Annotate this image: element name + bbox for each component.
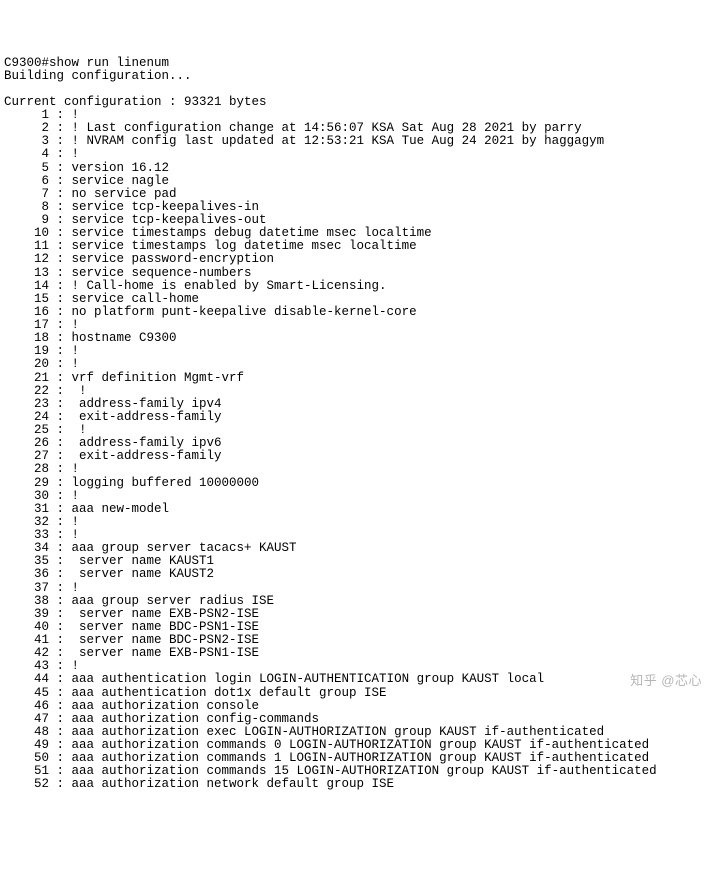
- terminal-prompt-line: C9300#show run linenum: [4, 56, 169, 70]
- terminal-output: C9300#show run linenum Building configur…: [4, 57, 716, 792]
- terminal-building-line: Building configuration...: [4, 69, 192, 83]
- terminal-config-lines: 1 : ! 2 : ! Last configuration change at…: [4, 109, 716, 792]
- terminal-current-config-line: Current configuration : 93321 bytes: [4, 95, 267, 109]
